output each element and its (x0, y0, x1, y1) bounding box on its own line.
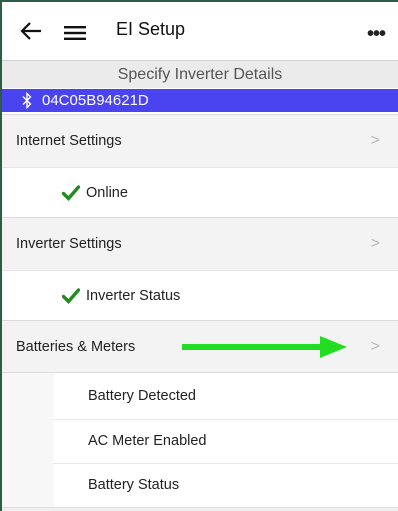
online-status-row: Online (2, 167, 398, 217)
annotation-arrow-icon (182, 336, 347, 358)
page-title: EI Setup (116, 19, 186, 39)
batteries-meters-label: Batteries & Meters (16, 339, 136, 355)
inverter-status-row: Inverter Status (2, 270, 398, 320)
back-arrow-icon[interactable] (20, 22, 42, 40)
check-icon (62, 185, 80, 201)
subheader-title: Specify Inverter Details (2, 60, 398, 88)
internet-settings-row[interactable]: Internet Settings > (2, 114, 398, 167)
bluetooth-icon (22, 92, 32, 109)
battery-status-row[interactable]: Battery Status (54, 463, 398, 507)
check-icon (62, 288, 80, 304)
inverter-settings-row[interactable]: Inverter Settings > (2, 217, 398, 270)
battery-detected-row[interactable]: Battery Detected (54, 375, 398, 419)
ac-meter-enabled-row[interactable]: AC Meter Enabled (54, 419, 398, 463)
chevron-right-icon: > (370, 132, 380, 149)
app-frame: EI Setup ••• Specify Inverter Details 04… (0, 0, 398, 511)
inverter-settings-label: Inverter Settings (16, 236, 122, 252)
battery-status-label: Battery Status (88, 477, 180, 493)
batteries-meters-row[interactable]: Batteries & Meters > (2, 320, 398, 373)
top-app-bar: EI Setup ••• (2, 2, 398, 60)
chevron-right-icon: > (370, 235, 380, 252)
online-status-label: Online (86, 185, 128, 201)
battery-detected-label: Battery Detected (88, 388, 196, 404)
internet-settings-label: Internet Settings (16, 133, 122, 149)
inverter-status-label: Inverter Status (86, 288, 181, 304)
chevron-right-icon: > (370, 338, 380, 355)
more-options-icon[interactable]: ••• (367, 23, 386, 46)
hamburger-menu-icon[interactable] (64, 26, 86, 40)
bottom-divider (2, 507, 398, 511)
device-id: 04C05B94621D (42, 92, 149, 109)
left-gutter (2, 373, 54, 511)
ac-meter-enabled-label: AC Meter Enabled (88, 433, 207, 449)
device-bar: 04C05B94621D (2, 89, 398, 112)
